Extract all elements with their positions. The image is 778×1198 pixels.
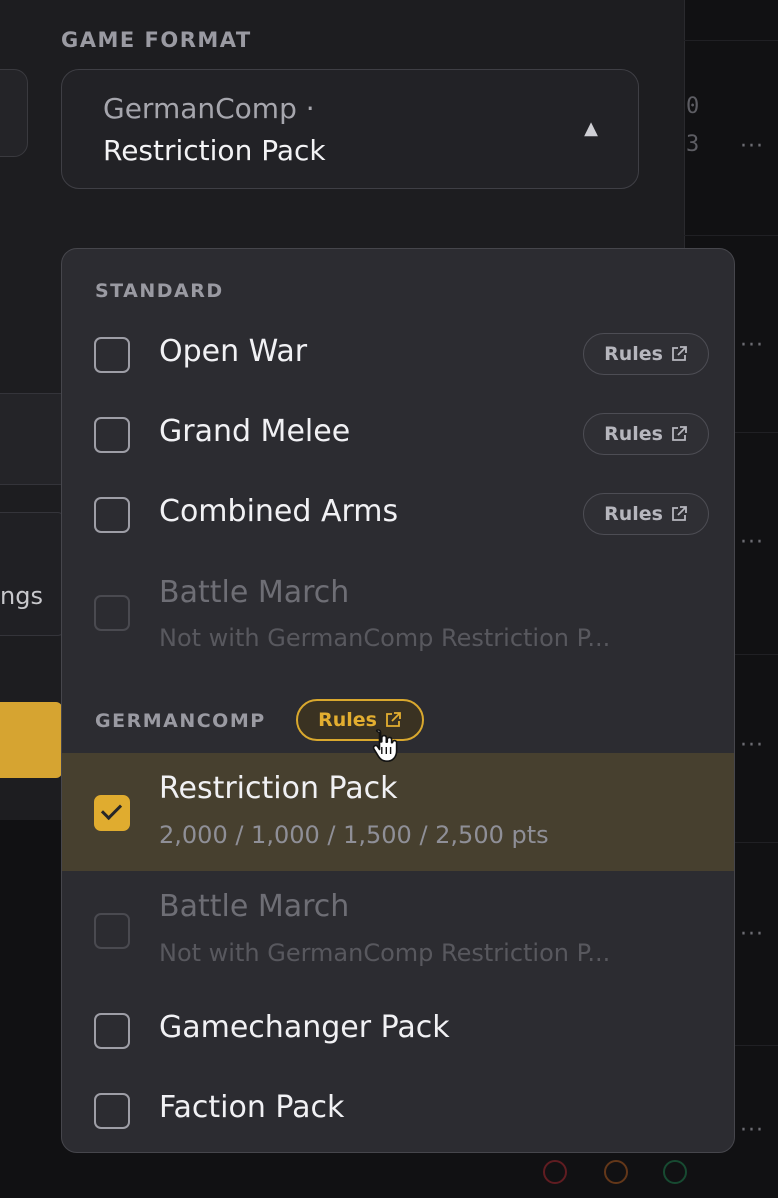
checkbox bbox=[94, 595, 130, 631]
option-sublabel: Not with GermanComp Restriction P... bbox=[159, 939, 611, 967]
option-label: Battle March bbox=[159, 889, 350, 924]
option-combined-arms[interactable]: Combined Arms Rules bbox=[62, 475, 734, 555]
score-digits: 0 3 bbox=[686, 88, 699, 164]
checkbox[interactable] bbox=[94, 337, 130, 373]
checkbox[interactable] bbox=[94, 497, 130, 533]
option-label: Restriction Pack bbox=[159, 771, 398, 806]
rules-link-button[interactable]: Rules bbox=[583, 493, 709, 535]
hand-cursor-icon bbox=[372, 729, 398, 762]
more-icon[interactable]: ··· bbox=[740, 922, 764, 947]
caret-up-icon: ▲ bbox=[584, 118, 598, 139]
option-faction-pack[interactable]: Faction Pack bbox=[62, 1071, 734, 1151]
checkbox[interactable] bbox=[94, 417, 130, 453]
settings-button-partial[interactable] bbox=[0, 512, 64, 636]
primary-button-partial[interactable] bbox=[0, 702, 62, 778]
option-label: Faction Pack bbox=[159, 1090, 345, 1125]
option-open-war[interactable]: Open War Rules bbox=[62, 315, 734, 395]
external-link-icon bbox=[672, 346, 687, 361]
option-sublabel: Not with GermanComp Restriction P... bbox=[159, 624, 611, 652]
option-restriction-pack[interactable]: Restriction Pack 2,000 / 1,000 / 1,500 /… bbox=[62, 753, 734, 871]
green-status-icon bbox=[663, 1160, 687, 1184]
red-status-icon bbox=[543, 1160, 567, 1184]
option-battle-march-disabled: Battle March Not with GermanComp Restric… bbox=[62, 871, 734, 983]
rules-label: Rules bbox=[604, 503, 663, 525]
option-grand-melee[interactable]: Grand Melee Rules bbox=[62, 395, 734, 475]
checkbox-checked[interactable] bbox=[94, 795, 130, 831]
rules-label: Rules bbox=[604, 343, 663, 365]
more-icon[interactable]: ··· bbox=[740, 733, 764, 758]
option-label: Grand Melee bbox=[159, 414, 351, 449]
option-sublabel: 2,000 / 1,000 / 1,500 / 2,500 pts bbox=[159, 821, 549, 849]
rules-label: Rules bbox=[604, 423, 663, 445]
checkbox[interactable] bbox=[94, 1093, 130, 1129]
checkbox bbox=[94, 913, 130, 949]
row-divider bbox=[684, 235, 778, 236]
option-label: Gamechanger Pack bbox=[159, 1010, 450, 1045]
group-header-germancomp: GERMANCOMP bbox=[95, 710, 266, 732]
option-battle-march-disabled: Battle March Not with GermanComp Restric… bbox=[62, 555, 734, 665]
game-format-select[interactable]: GermanComp · Restriction Pack ▲ bbox=[61, 69, 639, 189]
external-link-icon bbox=[672, 426, 687, 441]
select-value-line1: GermanComp · bbox=[103, 92, 315, 125]
external-link-icon bbox=[672, 506, 687, 521]
settings-text: ngs bbox=[0, 582, 43, 610]
rules-link-button[interactable]: Rules bbox=[583, 413, 709, 455]
row-divider bbox=[684, 40, 778, 41]
score-digit: 0 bbox=[686, 94, 700, 119]
select-value-line2: Restriction Pack bbox=[103, 134, 326, 167]
option-gamechanger-pack[interactable]: Gamechanger Pack bbox=[62, 991, 734, 1071]
more-icon[interactable]: ··· bbox=[740, 1118, 764, 1143]
score-digit: 3 bbox=[686, 132, 700, 157]
more-icon[interactable]: ··· bbox=[740, 134, 764, 159]
option-label: Combined Arms bbox=[159, 494, 399, 529]
option-label: Open War bbox=[159, 334, 308, 369]
germancomp-rules-link-button[interactable]: Rules bbox=[296, 699, 424, 741]
left-card bbox=[0, 69, 28, 157]
group-header-standard: STANDARD bbox=[95, 280, 224, 302]
checkbox[interactable] bbox=[94, 1013, 130, 1049]
game-format-label: GAME FORMAT bbox=[61, 28, 252, 52]
rules-link-button[interactable]: Rules bbox=[583, 333, 709, 375]
game-format-dropdown: STANDARD Open War Rules Grand Melee Rule… bbox=[61, 248, 735, 1153]
left-strip bbox=[0, 393, 62, 485]
option-label: Battle March bbox=[159, 575, 350, 610]
more-icon[interactable]: ··· bbox=[740, 530, 764, 555]
more-icon[interactable]: ··· bbox=[740, 333, 764, 358]
orange-status-icon bbox=[604, 1160, 628, 1184]
